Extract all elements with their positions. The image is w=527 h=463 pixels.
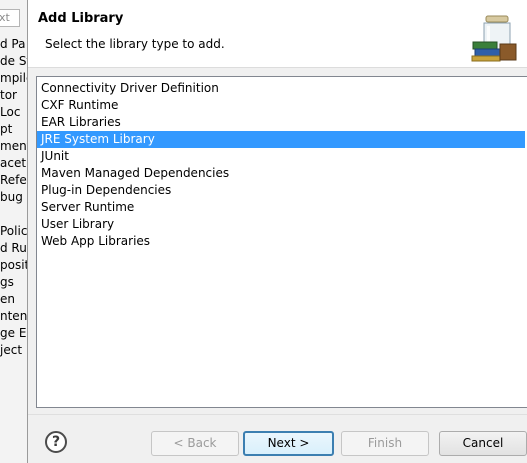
- background-tree-item-label: d Ru: [0, 241, 27, 255]
- background-tree-item-label: de St: [0, 54, 27, 68]
- background-tree-item[interactable]: ject: [0, 342, 27, 359]
- library-type-item[interactable]: Web App Libraries: [37, 233, 525, 250]
- library-type-list[interactable]: Connectivity Driver Definition CXF Runtim…: [36, 76, 527, 408]
- background-tree-item-label: Refe: [0, 173, 27, 187]
- background-tree-item[interactable]: gs: [0, 274, 27, 291]
- background-tree-item-label: ntent: [0, 309, 27, 323]
- background-tree-item-label: tor: [0, 88, 17, 102]
- background-tree-item-label: pt: [0, 122, 13, 136]
- background-tree-item[interactable]: posit: [0, 257, 27, 274]
- help-icon[interactable]: ?: [45, 431, 67, 453]
- library-type-item[interactable]: User Library: [37, 216, 525, 233]
- library-jar-icon: [471, 15, 517, 62]
- background-tree-item[interactable]: acet: [0, 155, 27, 172]
- library-type-item[interactable]: CXF Runtime: [37, 97, 525, 114]
- background-tree-item[interactable]: mpile: [0, 70, 27, 87]
- background-tree-item[interactable]: Loc: [0, 104, 27, 121]
- library-type-item[interactable]: JRE System Library: [37, 131, 525, 148]
- back-button[interactable]: < Back: [151, 431, 239, 456]
- library-type-item[interactable]: EAR Libraries: [37, 114, 525, 131]
- background-tree-item-label: gs: [0, 275, 14, 289]
- dialog-header: Add Library Select the library type to a…: [28, 0, 527, 68]
- next-button[interactable]: Next >: [243, 431, 334, 456]
- library-type-item[interactable]: Server Runtime: [37, 199, 525, 216]
- background-tree-item[interactable]: pt: [0, 121, 27, 138]
- background-tree-item-label: ge E: [0, 326, 27, 340]
- finish-button[interactable]: Finish: [341, 431, 429, 456]
- background-tree-item[interactable]: Refe: [0, 172, 27, 189]
- background-tree-item-label: Polic: [0, 224, 27, 238]
- background-window: xt d Pa de St mpile tor Loc pt ment acet Refe bug…: [0, 0, 28, 463]
- background-tree-item[interactable]: de St: [0, 53, 27, 70]
- background-tree-item-label: ject: [0, 343, 23, 357]
- library-type-item[interactable]: Connectivity Driver Definition: [37, 80, 525, 97]
- library-type-item[interactable]: JUnit: [37, 148, 525, 165]
- library-type-item[interactable]: Plug-in Dependencies: [37, 182, 525, 199]
- background-tree-item[interactable]: en: [0, 291, 27, 308]
- background-tree-item[interactable]: bug S: [0, 189, 27, 206]
- background-tree-item-label: posit: [0, 258, 27, 272]
- background-tree-item[interactable]: tor: [0, 87, 27, 104]
- library-type-item[interactable]: Maven Managed Dependencies: [37, 165, 525, 182]
- background-tree-item-label: en: [0, 292, 15, 306]
- background-tree-item[interactable]: ge E: [0, 325, 27, 342]
- background-tree-item-label: Loc: [0, 105, 21, 119]
- background-tree-item-label: mpile: [0, 71, 27, 85]
- background-tree-item[interactable]: ment: [0, 138, 27, 155]
- cancel-button[interactable]: Cancel: [439, 431, 527, 456]
- background-tree-item-label: ment: [0, 139, 27, 153]
- background-tree-item[interactable]: ntent: [0, 308, 27, 325]
- background-filter-input[interactable]: xt: [0, 9, 20, 27]
- background-tree-item[interactable]: Polic: [0, 223, 27, 240]
- background-tree-item[interactable]: [0, 206, 27, 223]
- background-tree-item-label: bug S: [0, 190, 27, 204]
- background-tree-item-label: acet: [0, 156, 27, 170]
- footer-separator: [28, 414, 527, 415]
- background-tree-item-label: d Pa: [0, 37, 26, 51]
- add-library-dialog: Add Library Select the library type to a…: [28, 0, 527, 463]
- dialog-title: Add Library: [38, 11, 124, 26]
- dialog-subtitle: Select the library type to add.: [45, 37, 225, 51]
- background-tree-item[interactable]: d Ru: [0, 240, 27, 257]
- background-tree-item[interactable]: d Pa: [0, 36, 27, 53]
